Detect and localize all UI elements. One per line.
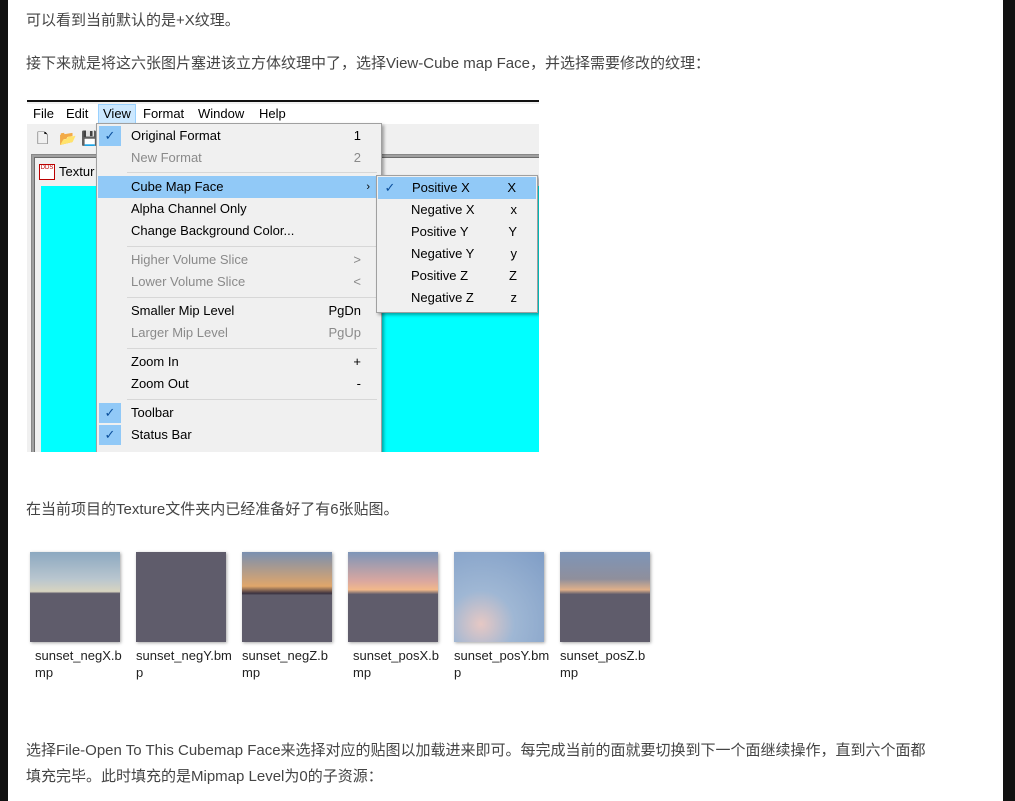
thumbnail-negx[interactable] [30,552,120,642]
submenu-item-positive-z[interactable]: Positive Z Z [377,265,537,287]
page-frame-left [0,0,8,801]
submenu-item-positive-x[interactable]: ✓ Positive X X [378,177,536,199]
menu-item-toolbar[interactable]: ✓ Toolbar [97,402,381,424]
menu-item-alpha-channel-only[interactable]: Alpha Channel Only [97,198,381,220]
submenu-item-negative-x[interactable]: Negative X x [377,199,537,221]
dxtex-screenshot: File Edit View Format Window Help 🗋 📂 💾 … [27,100,539,452]
save-icon[interactable]: 💾 [81,130,98,146]
menu-item-original-format[interactable]: ✓ Original Format 1 [97,125,381,147]
paragraph-2: 接下来就是将这六张图片塞进该立方体纹理中了，选择View-Cube map Fa… [26,55,710,72]
thumbnail-caption: sunset_posY.bmp [454,648,550,680]
menu-item-lower-volume-slice[interactable]: Lower Volume Slice < [97,271,381,293]
menu-item-higher-volume-slice[interactable]: Higher Volume Slice > [97,249,381,271]
new-file-icon[interactable]: 🗋 [37,130,51,146]
page-frame-right [1003,0,1015,801]
check-icon: ✓ [99,403,121,423]
check-icon: ✓ [99,425,121,445]
submenu-arrow-icon: › [366,181,370,193]
check-icon: ✓ [99,126,121,146]
thumbnail-negy[interactable] [136,552,226,642]
thumbnail-caption: sunset_negZ.bmp [242,648,329,680]
menu-item-smaller-mip-level[interactable]: Smaller Mip Level PgDn [97,300,381,322]
menu-item-new-format[interactable]: New Format 2 [97,147,381,169]
thumbnail-caption: sunset_posX.bmp [353,648,440,680]
thumbnail-caption: sunset_negY.bmp [136,648,232,680]
submenu-item-negative-z[interactable]: Negative Z z [377,287,537,309]
menu-file[interactable]: File [33,106,54,121]
menu-window[interactable]: Window [198,106,244,121]
dds-file-icon: DDS [39,164,55,180]
open-folder-icon[interactable]: 📂 [59,130,76,146]
submenu-item-negative-y[interactable]: Negative Y y [377,243,537,265]
menu-item-zoom-in[interactable]: Zoom In + [97,351,381,373]
menu-separator [127,172,377,173]
view-menu: ✓ Original Format 1 New Format 2 Cube Ma… [96,123,382,452]
menu-edit[interactable]: Edit [66,106,88,121]
paragraph-3: 在当前项目的Texture文件夹内已经准备好了有6张贴图。 [26,501,399,518]
menu-item-change-background-color[interactable]: Change Background Color... [97,220,381,242]
thumbnail-negz[interactable] [242,552,332,642]
menu-view[interactable]: View [98,104,136,124]
paragraph-1: 可以看到当前默认的是+X纹理。 [26,12,240,29]
thumbnail-caption: sunset_posZ.bmp [560,648,646,680]
menu-item-status-bar[interactable]: ✓ Status Bar [97,424,381,446]
thumbnail-posy[interactable] [454,552,544,642]
thumbnail-posz[interactable] [560,552,650,642]
article-content: 可以看到当前默认的是+X纹理。 接下来就是将这六张图片塞进该立方体纹理中了，选择… [8,0,1003,801]
menu-separator [127,348,377,349]
paragraph-4-line-2: 填充完毕。此时填充的是Mipmap Level为0的子资源： [26,768,383,785]
menu-item-zoom-out[interactable]: Zoom Out - [97,373,381,395]
paragraph-4-line-1: 选择File-Open To This Cubemap Face来选择对应的贴图… [26,742,926,759]
child-window-title: Textur [59,164,95,179]
submenu-item-positive-y[interactable]: Positive Y Y [377,221,537,243]
menu-item-cube-map-face[interactable]: Cube Map Face › [98,176,380,198]
menu-separator [127,246,377,247]
thumbnail-posx[interactable] [348,552,438,642]
menubar: File Edit View Format Window Help [27,104,539,124]
cube-map-face-submenu: ✓ Positive X X Negative X x Positive Y Y… [376,175,538,313]
check-icon: ✓ [379,178,401,198]
menu-item-larger-mip-level[interactable]: Larger Mip Level PgUp [97,322,381,344]
thumbnail-caption: sunset_negX.bmp [35,648,122,680]
menu-separator [127,297,377,298]
menu-separator [127,399,377,400]
menu-help[interactable]: Help [259,106,286,121]
menu-format[interactable]: Format [143,106,184,121]
